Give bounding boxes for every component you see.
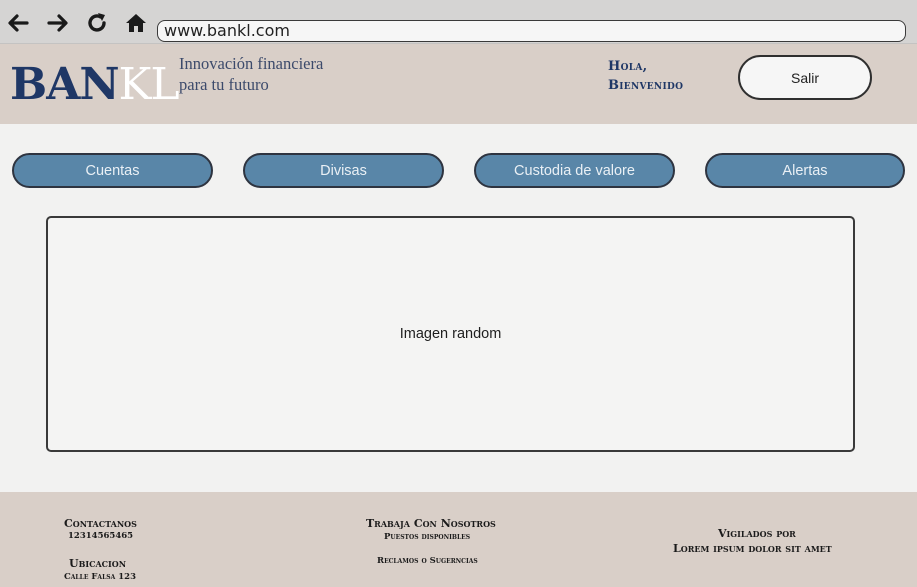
- bank-logo[interactable]: BANKL: [10, 59, 180, 110]
- tagline: Innovación financiera para tu futuro: [179, 54, 324, 94]
- tab-cuentas[interactable]: Cuentas: [12, 153, 213, 188]
- logout-button[interactable]: Salir: [738, 55, 872, 100]
- supervised-title: Vigilados por: [718, 527, 796, 540]
- tab-divisas[interactable]: Divisas: [243, 153, 444, 188]
- location-title: Ubicacion: [69, 557, 127, 570]
- tab-alertas[interactable]: Alertas: [705, 153, 905, 188]
- location-address: Calle Falsa 123: [64, 572, 136, 582]
- back-arrow-icon[interactable]: [6, 11, 30, 35]
- supervised-by: Lorem ipsum dolor sit amet: [673, 542, 832, 555]
- complaints-link[interactable]: Reclamos o Sugerncias: [377, 556, 478, 566]
- reload-icon[interactable]: [85, 11, 109, 35]
- home-icon[interactable]: [124, 11, 148, 35]
- browser-toolbar: www.bankl.com: [0, 0, 917, 44]
- jobs-sub-link[interactable]: Puestos disponibles: [384, 532, 470, 542]
- image-placeholder: Imagen random: [46, 216, 855, 452]
- logo-text-kl: KL: [118, 59, 180, 110]
- contact-title: Contactanos: [64, 517, 137, 530]
- greeting-line-2: Bienvenido: [608, 78, 684, 93]
- jobs-link[interactable]: Trabaja Con Nosotros: [366, 517, 496, 530]
- image-placeholder-label: Imagen random: [399, 326, 502, 342]
- forward-arrow-icon[interactable]: [46, 11, 70, 35]
- tab-custodia[interactable]: Custodia de valore: [474, 153, 675, 188]
- address-bar[interactable]: www.bankl.com: [157, 20, 906, 42]
- contact-phone[interactable]: 12314565465: [68, 531, 133, 541]
- user-greeting: Hola, Bienvenido: [608, 57, 683, 95]
- logo-text-ban: BAN: [10, 59, 120, 110]
- greeting-line-1: Hola,: [608, 59, 648, 74]
